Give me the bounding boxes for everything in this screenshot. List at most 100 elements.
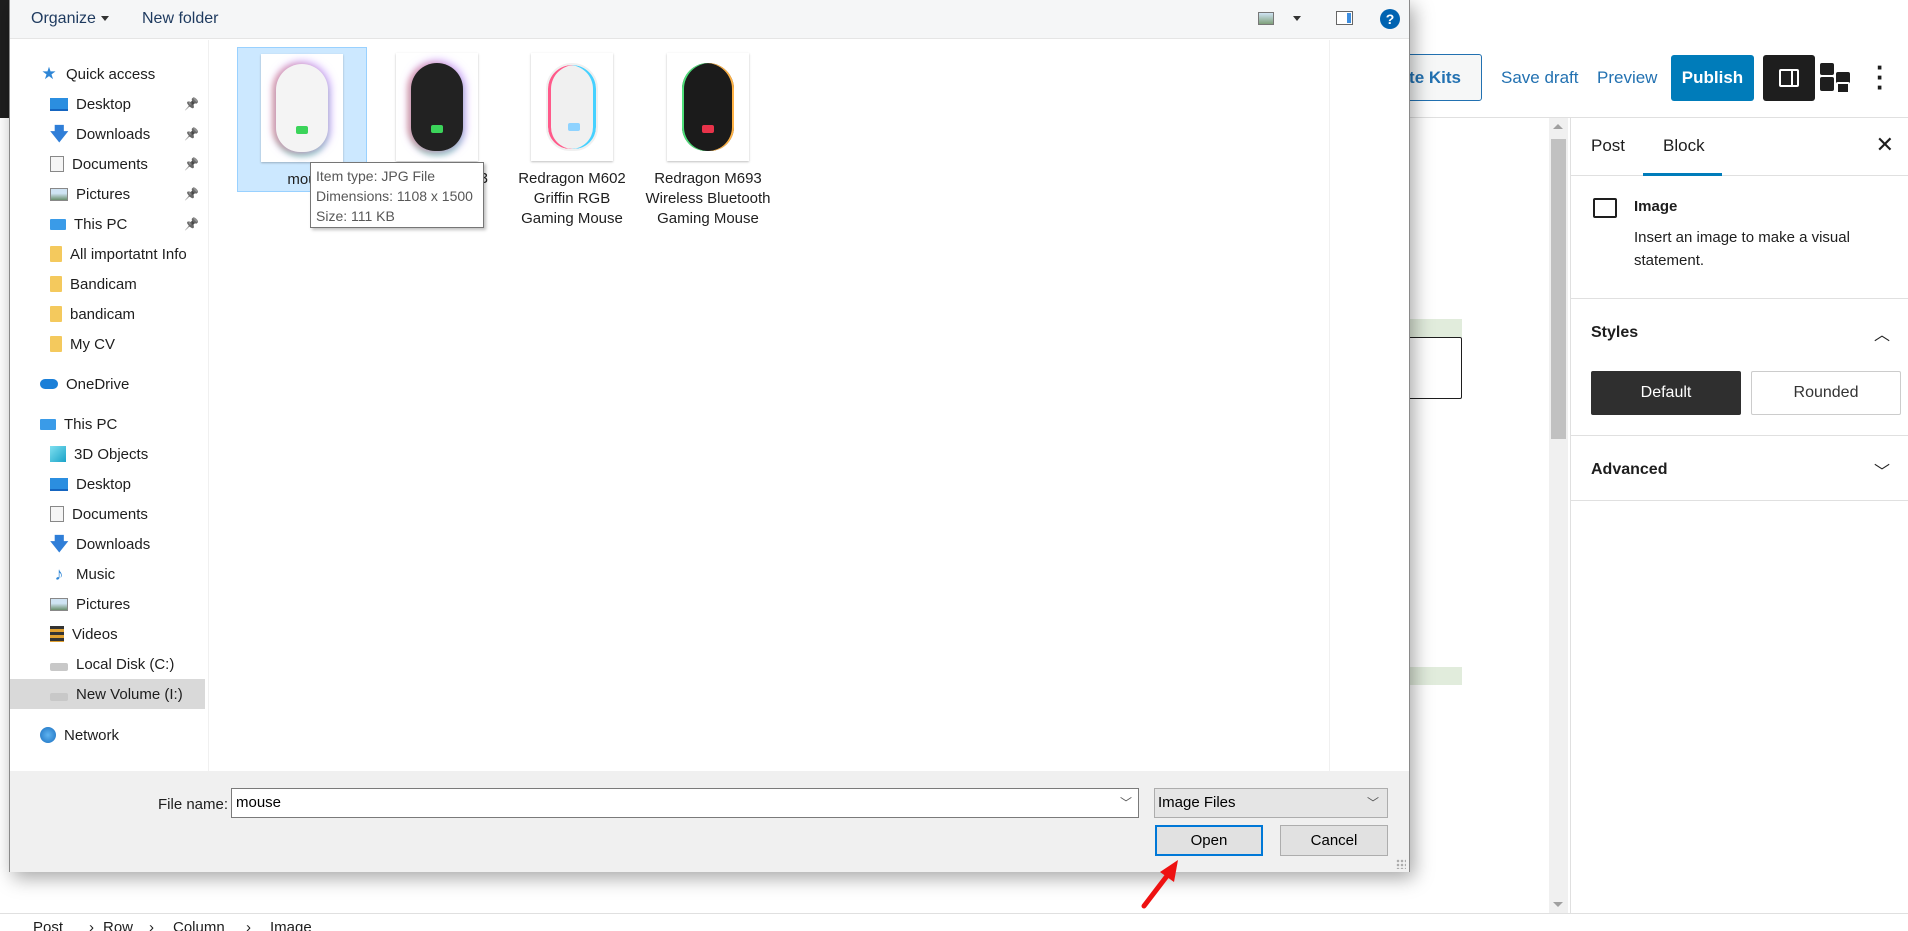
chevron-down-icon: ﹀ (1366, 796, 1379, 810)
nav-item[interactable]: Pictures 📌 (10, 179, 205, 209)
change-view-icon[interactable] (1258, 12, 1274, 25)
file-name: Redragon M602 Griffin RGB Gaming Mouse (518, 170, 626, 227)
this-pc-icon (40, 418, 56, 430)
file-item[interactable]: Redragon M693 Wireless Bluetooth Gaming … (643, 47, 773, 229)
breadcrumb-column[interactable]: Column (173, 919, 225, 931)
screen: te Kits Save draft Preview Publish · · · P… (0, 0, 1908, 931)
breadcrumb-image[interactable]: Image (270, 919, 312, 931)
settings-tabs: Post Block ✕ (1571, 118, 1908, 176)
nav-item[interactable]: This PC 📌 (10, 209, 205, 239)
nav-item[interactable]: Documents (10, 499, 205, 529)
pin-icon: 📌 (184, 127, 199, 141)
chevron-right-icon: › (149, 919, 154, 931)
wp-admin-sidebar-edge (0, 0, 9, 118)
nav-item-label: This PC (74, 215, 128, 233)
nav-item[interactable]: 🡇 Downloads 📌 (10, 119, 205, 149)
tab-post[interactable]: Post (1591, 136, 1625, 156)
sidebar-icon (1779, 69, 1799, 87)
resize-grip-icon[interactable] (1396, 859, 1406, 869)
nav-item[interactable]: Pictures (10, 589, 205, 619)
nav-quick-access[interactable]: ★ Quick access (10, 59, 205, 89)
network-icon (40, 727, 56, 743)
nav-onedrive[interactable]: OneDrive (10, 369, 205, 399)
block-description: Insert an image to make a visual stateme… (1634, 229, 1850, 269)
nav-item-label: Local Disk (C:) (76, 655, 175, 673)
dialog-command-bar: Organize New folder ? (10, 0, 1409, 39)
nav-item[interactable]: New Volume (I:) (10, 679, 205, 709)
cancel-button[interactable]: Cancel (1280, 825, 1388, 856)
settings-toggle-button[interactable] (1763, 55, 1815, 101)
nav-item-label: All importatnt Info (70, 245, 187, 263)
file-type-select[interactable]: Image Files ﹀ (1154, 788, 1388, 818)
nav-item[interactable]: 3D Objects (10, 439, 205, 469)
scroll-down-arrow-icon[interactable] (1553, 902, 1563, 907)
desktop-icon (50, 97, 68, 111)
nav-item[interactable]: Desktop 📌 (10, 89, 205, 119)
chevron-down-icon[interactable]: ﹀ (1120, 794, 1132, 811)
pin-icon: 📌 (184, 157, 199, 171)
help-icon[interactable]: ? (1380, 9, 1400, 29)
style-default-button[interactable]: Default (1591, 371, 1741, 415)
scrollbar-thumb[interactable] (1551, 139, 1566, 439)
scroll-up-arrow-icon[interactable] (1553, 124, 1563, 129)
folder-icon (50, 276, 62, 292)
nav-item-label: Documents (72, 505, 148, 523)
navigation-pane: ★ Quick access Desktop 📌 🡇 Downloads 📌 Document… (10, 40, 209, 771)
nav-item[interactable]: My CV (10, 329, 205, 359)
preview-button[interactable]: Preview (1597, 68, 1657, 88)
open-button[interactable]: Open (1155, 825, 1263, 856)
file-thumbnail (531, 53, 613, 161)
nav-item[interactable]: ♪ Music (10, 559, 205, 589)
nav-item[interactable]: Local Disk (C:) (10, 649, 205, 679)
styles-panel: Styles ︿ Default Rounded (1571, 299, 1908, 436)
file-list: mou 3 Redragon M602 Griffin RGB Gaming M… (210, 40, 1330, 771)
nav-item-label: Documents (72, 155, 148, 173)
styles-panel-title: Styles (1591, 324, 1639, 341)
file-name-input[interactable]: mouse ﹀ (231, 788, 1139, 818)
organize-menu[interactable]: Organize (31, 10, 109, 28)
advanced-panel-toggle[interactable]: Advanced ﹀ (1571, 436, 1908, 500)
tab-block[interactable]: Block (1663, 136, 1705, 156)
chevron-right-icon: › (89, 919, 94, 931)
styles-icon[interactable] (1820, 60, 1854, 94)
view-options-caret-icon[interactable] (1293, 16, 1301, 21)
breadcrumb-post[interactable]: Post (33, 919, 63, 931)
breadcrumb-row[interactable]: Row (103, 919, 133, 931)
nav-this-pc[interactable]: This PC (10, 409, 205, 439)
nav-item[interactable]: All importatnt Info (10, 239, 205, 269)
chevron-up-icon: ︿ (1873, 327, 1890, 344)
preview-pane-icon[interactable] (1336, 11, 1353, 25)
close-icon[interactable]: ✕ (1876, 132, 1894, 158)
publish-button[interactable]: Publish (1671, 55, 1754, 101)
style-rounded-button[interactable]: Rounded (1751, 371, 1901, 415)
file-thumbnail (667, 53, 749, 161)
block-settings-sidebar: Post Block ✕ Image Insert an image to ma… (1570, 118, 1908, 913)
chevron-down-icon: ﹀ (1873, 464, 1890, 481)
music-icon: ♪ (54, 564, 64, 584)
nav-item-label: Downloads (76, 125, 151, 143)
editor-scrollbar[interactable] (1549, 118, 1568, 913)
nav-item[interactable]: 🡇 Downloads (10, 529, 205, 559)
folder-icon (50, 306, 62, 322)
nav-item[interactable]: Desktop (10, 469, 205, 499)
styles-panel-toggle[interactable]: Styles ︿ (1571, 299, 1908, 371)
nav-item[interactable]: bandicam (10, 299, 205, 329)
nav-item[interactable]: Documents 📌 (10, 149, 205, 179)
nav-item-label: Desktop (76, 95, 132, 113)
downloads-icon: 🡇 (50, 124, 69, 144)
this-pc-icon (50, 218, 66, 230)
pictures-icon (50, 597, 68, 611)
nav-network[interactable]: Network (10, 720, 205, 750)
file-item[interactable]: Redragon M602 Griffin RGB Gaming Mouse (507, 47, 637, 229)
file-name: Redragon M693 Wireless Bluetooth Gaming … (645, 170, 771, 227)
save-draft-button[interactable]: Save draft (1501, 68, 1579, 88)
nav-item[interactable]: Bandicam (10, 269, 205, 299)
nav-item-label: Pictures (76, 185, 131, 203)
pin-icon: 📌 (184, 217, 199, 231)
nav-item-label: Videos (72, 625, 118, 643)
more-options-icon[interactable]: · · · (1876, 54, 1885, 100)
nav-item[interactable]: Videos (10, 619, 205, 649)
nav-item-label: This PC (64, 415, 118, 433)
new-folder-button[interactable]: New folder (142, 10, 218, 28)
nav-item-label: My CV (70, 335, 115, 353)
